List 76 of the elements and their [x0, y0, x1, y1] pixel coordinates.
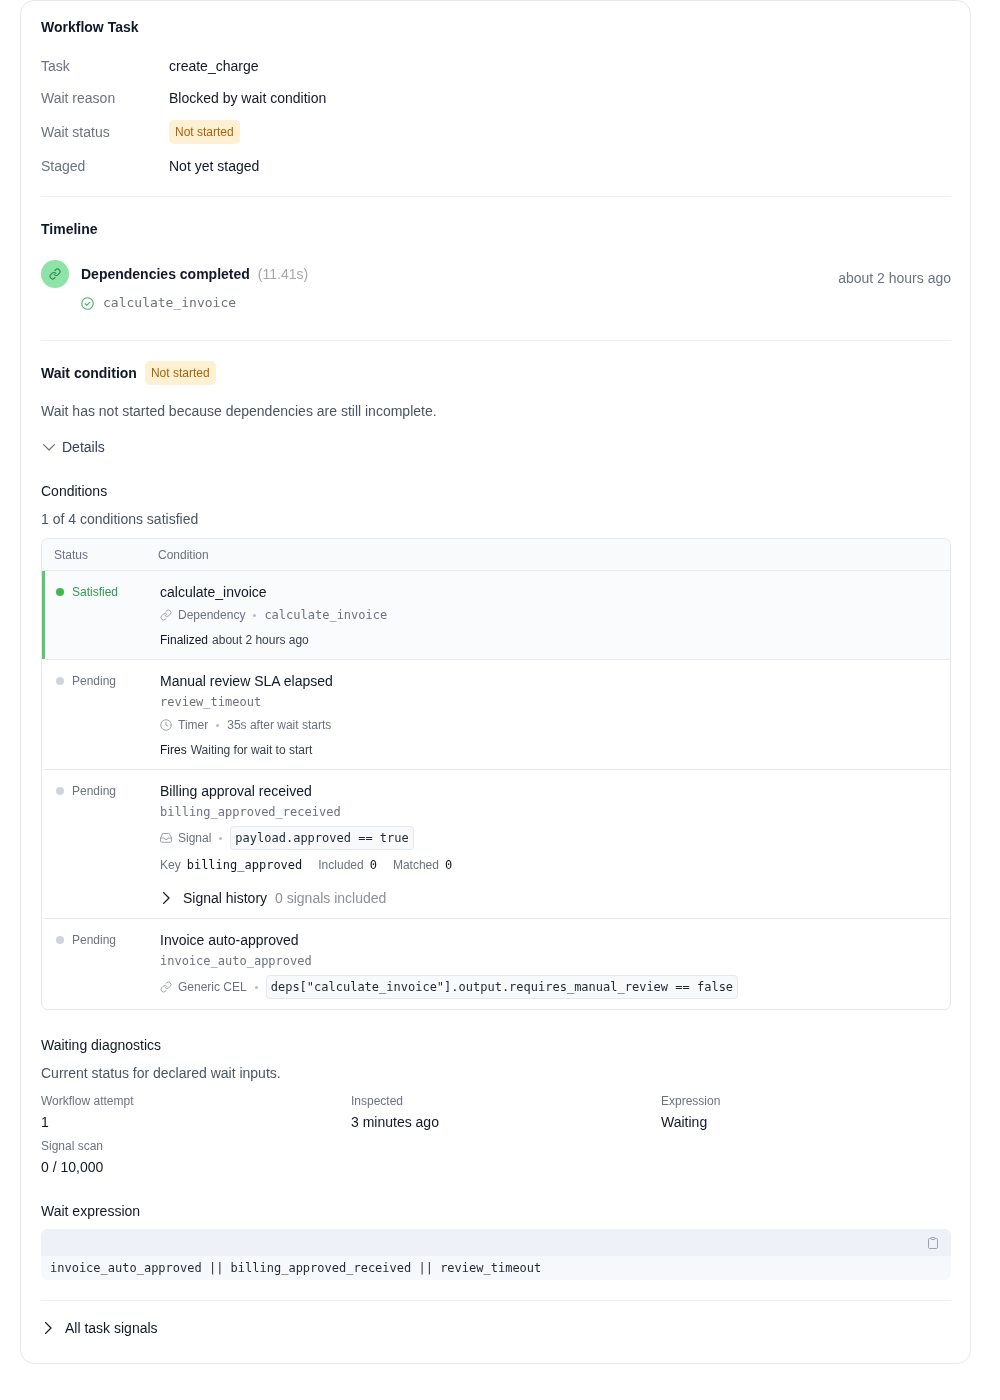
- condition-key: billing_approved_received: [160, 803, 950, 821]
- section-title: Conditions: [41, 482, 109, 501]
- stat-value: 1: [41, 1113, 50, 1132]
- code-snippet: payload.approved == true: [230, 826, 414, 850]
- link-icon: [160, 609, 172, 621]
- status-label: Pending: [72, 932, 117, 948]
- separator-dot-icon: [253, 613, 257, 617]
- condition-target: calculate_invoice: [264, 607, 388, 624]
- stat-label: Signal scan: [41, 1138, 105, 1154]
- meta-label: Included: [318, 857, 364, 874]
- status-badge: Not started: [144, 361, 216, 385]
- signal-history-toggle[interactable]: Signal history: [160, 888, 268, 908]
- footer-value: about 2 hours ago: [212, 633, 309, 647]
- status-label: Pending: [72, 673, 117, 689]
- field-label: Task: [41, 57, 71, 76]
- conditions-summary: 1 of 4 conditions satisfied: [41, 510, 200, 529]
- condition-type: Dependency: [178, 607, 246, 624]
- footer-label: Fires: [160, 743, 187, 757]
- event-title: Dependencies completed: [81, 265, 250, 284]
- stat-value: 0 / 10,000: [41, 1158, 105, 1177]
- condition-type: Generic CEL: [178, 979, 247, 996]
- section-title: Wait condition: [41, 364, 137, 383]
- field-value: Not yet staged: [169, 157, 260, 176]
- condition-title: Invoice auto-approved: [160, 931, 300, 950]
- dependency-name: calculate_invoice: [103, 294, 237, 312]
- inbox-tray-icon: [160, 832, 172, 844]
- meta-value: billing_approved: [186, 857, 303, 874]
- meta-label: Key: [160, 857, 181, 874]
- status-badge: Not started: [169, 120, 240, 144]
- link-icon: [41, 260, 69, 288]
- section-title: Waiting diagnostics: [41, 1036, 163, 1055]
- description-text: Current status for declared wait inputs.: [41, 1064, 282, 1083]
- column-header: Status: [53, 546, 90, 563]
- stat-value: 3 minutes ago: [351, 1113, 440, 1132]
- column-header: Condition: [158, 546, 210, 563]
- condition-title: Manual review SLA elapsed: [160, 672, 334, 691]
- stat-label: Inspected: [351, 1093, 405, 1109]
- footer-label: Finalized: [160, 633, 209, 647]
- meta-value: 0: [444, 857, 453, 874]
- field-label: Staged: [41, 157, 87, 176]
- condition-key: invoice_auto_approved: [160, 952, 950, 970]
- link-icon: [160, 981, 172, 993]
- field-value: Blocked by wait condition: [169, 89, 327, 108]
- code-snippet: deps["calculate_invoice"].output.requires_manual_review == false: [265, 975, 739, 999]
- meta-label: Matched: [392, 857, 439, 874]
- details-toggle[interactable]: Details: [41, 437, 105, 457]
- section-title: Timeline: [41, 220, 99, 239]
- signal-history-summary: 0 signals included: [275, 889, 387, 908]
- status-label: Satisfied: [72, 584, 119, 600]
- clipboard-icon: [928, 1236, 938, 1249]
- meta-value: 0: [369, 857, 377, 874]
- all-task-signals-toggle[interactable]: All task signals: [41, 1318, 158, 1338]
- section-title: Wait expression: [41, 1202, 142, 1221]
- event-duration: (11.41s): [257, 265, 309, 284]
- condition-type: Timer: [178, 717, 209, 734]
- stat-label: Expression: [661, 1093, 722, 1109]
- condition-key: review_timeout: [160, 693, 950, 711]
- stat-value: Waiting: [661, 1113, 709, 1132]
- separator-dot-icon: [216, 723, 220, 727]
- clock-icon: [160, 719, 172, 731]
- event-time: about 2 hours ago: [838, 269, 951, 288]
- footer-value: Waiting for wait to start: [190, 743, 313, 757]
- separator-dot-icon: [219, 836, 223, 840]
- condition-detail: 35s after wait starts: [227, 717, 332, 734]
- condition-type: Signal: [178, 830, 212, 847]
- copy-button[interactable]: [928, 1236, 938, 1249]
- description-text: Wait has not started because dependencies are still incomplete.: [41, 402, 438, 421]
- field-label: Wait reason: [41, 89, 117, 108]
- section-title: Workflow Task: [41, 18, 140, 37]
- field-label: Wait status: [41, 123, 111, 142]
- condition-title: calculate_invoice: [160, 583, 268, 602]
- status-label: Pending: [72, 783, 117, 799]
- stat-label: Workflow attempt: [41, 1093, 135, 1109]
- condition-title: Billing approval received: [160, 782, 313, 801]
- field-value: create_charge: [169, 57, 259, 76]
- separator-dot-icon: [254, 985, 258, 989]
